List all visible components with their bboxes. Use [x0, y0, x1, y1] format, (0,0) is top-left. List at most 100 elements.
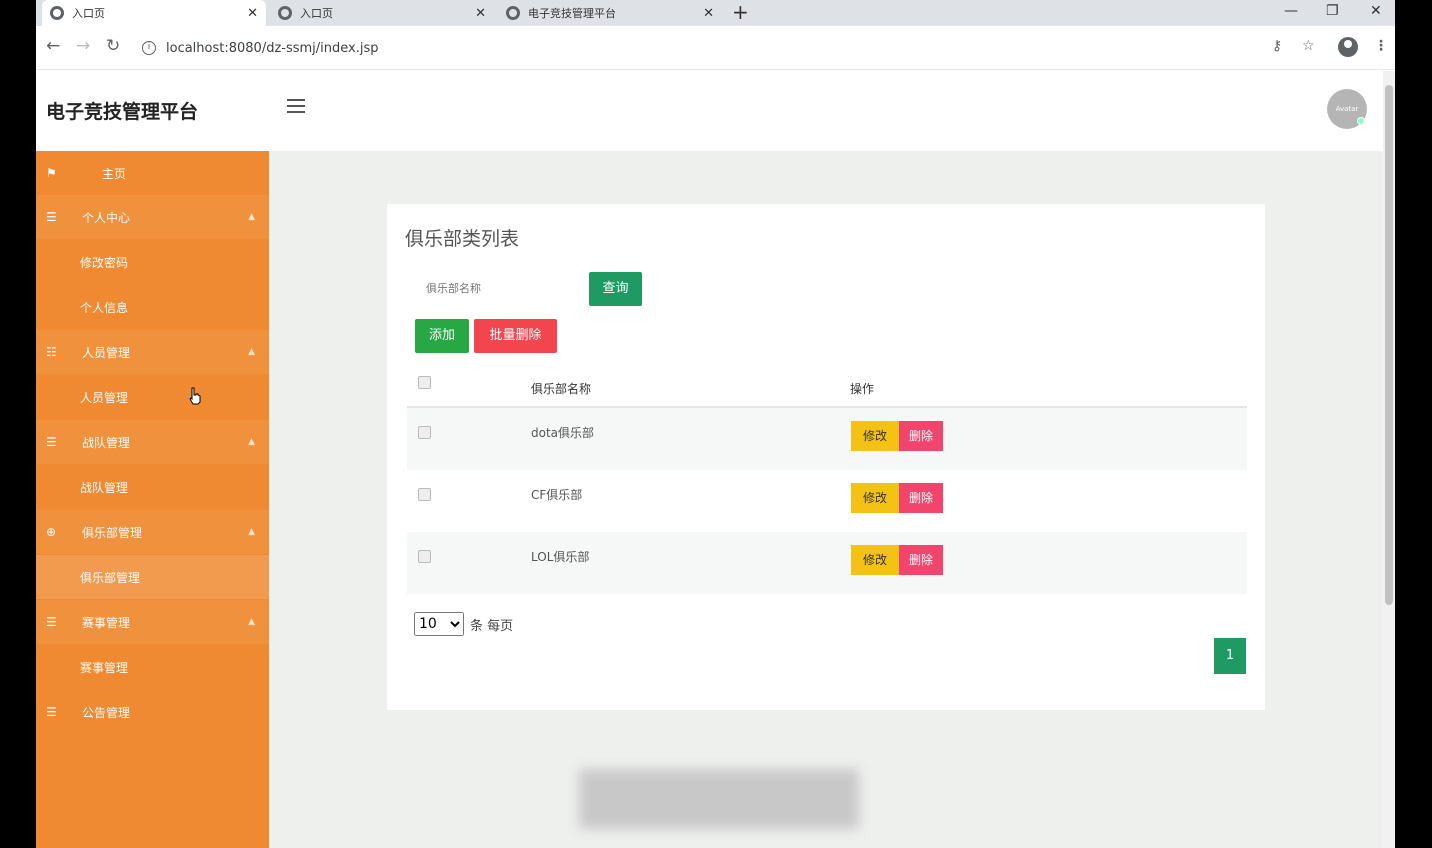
minimize-icon[interactable]: — [1284, 0, 1298, 26]
close-icon[interactable]: ✕ [247, 6, 258, 21]
reload-icon[interactable]: ↻ [106, 36, 120, 56]
new-tab-button[interactable]: + [732, 0, 749, 26]
sidebar-group-club[interactable]: ⊕ 俱乐部管理 ▲ [36, 510, 269, 554]
sidebar-group-match[interactable]: ☰ 赛事管理 ▲ [36, 600, 269, 644]
sidebar-item-label: 战队管理 [82, 435, 131, 450]
delete-button[interactable]: 删除 [899, 421, 943, 451]
delete-button[interactable]: 删除 [899, 545, 943, 575]
query-button[interactable]: 查询 [589, 272, 642, 306]
page-title: 俱乐部类列表 [405, 228, 520, 250]
back-icon[interactable]: ← [46, 36, 60, 56]
profile-icon[interactable] [1338, 37, 1358, 57]
row-checkbox[interactable] [418, 488, 431, 501]
sidebar-item-label: 俱乐部管理 [80, 570, 141, 585]
list-icon: ☰ [46, 435, 57, 449]
list-icon: ☰ [46, 210, 57, 224]
sidebar-item-match[interactable]: 赛事管理 [36, 645, 269, 689]
restore-icon[interactable]: ❐ [1326, 0, 1339, 26]
browser-window: 入口页 ✕ 入口页 ✕ 电子竞技管理平台 ✕ + — ❐ ✕ ← → ↻ i l… [36, 0, 1395, 848]
sidebar-item-label: 个人中心 [82, 210, 131, 225]
sidebar-group-staff[interactable]: ☷ 人员管理 ▲ [36, 330, 269, 374]
row-checkbox[interactable] [418, 550, 431, 563]
tab-3[interactable]: 电子竞技管理平台 ✕ [498, 0, 722, 26]
sidebar-item-staff[interactable]: 人员管理 [36, 375, 269, 419]
sidebar-item-label: 个人信息 [80, 300, 129, 315]
club-name: LOL俱乐部 [531, 550, 590, 564]
page-size-select[interactable]: 10 [414, 612, 464, 636]
sidebar-group-team[interactable]: ☰ 战队管理 ▲ [36, 420, 269, 464]
search-input[interactable] [414, 270, 582, 306]
sidebar-item-home[interactable]: ⚑ 主页 [36, 151, 269, 195]
menu-dots-icon[interactable]: ⋮ [1374, 38, 1388, 54]
sidebar-item-label: 战队管理 [80, 480, 129, 495]
close-icon[interactable]: ✕ [703, 6, 714, 21]
scrollbar-thumb[interactable] [1385, 85, 1393, 605]
table-row: dota俱乐部 修改 删除 [407, 408, 1247, 470]
flag-icon: ⚑ [46, 166, 57, 180]
sidebar-group-personal[interactable]: ☰ 个人中心 ▲ [36, 195, 269, 239]
sidebar-item-label: 赛事管理 [80, 660, 129, 675]
list-icon: ☰ [46, 705, 57, 719]
star-icon[interactable]: ☆ [1302, 38, 1315, 54]
edit-button[interactable]: 修改 [851, 545, 899, 575]
tab-label: 入口页 [72, 7, 105, 20]
chevron-icon: ▲ [248, 347, 255, 357]
browser-toolbar: ← → ↻ i localhost:8080/dz-ssmj/index.jsp… [36, 26, 1395, 70]
batch-delete-button[interactable]: 批量删除 [474, 319, 557, 353]
sidebar-item-change-password[interactable]: 修改密码 [36, 240, 269, 284]
sidebar-item-personal-info[interactable]: 个人信息 [36, 285, 269, 329]
address-bar[interactable]: i localhost:8080/dz-ssmj/index.jsp [142, 35, 1262, 61]
sidebar-item-team[interactable]: 战队管理 [36, 465, 269, 509]
sidebar-item-label: 修改密码 [80, 255, 129, 270]
info-icon[interactable]: i [142, 41, 156, 55]
globe-icon [50, 6, 64, 20]
row-actions: 修改 删除 [851, 421, 943, 451]
table-header: 俱乐部名称 操作 [407, 362, 1247, 408]
close-icon[interactable]: ✕ [475, 6, 486, 21]
edit-button[interactable]: 修改 [851, 483, 899, 513]
row-actions: 修改 删除 [851, 545, 943, 575]
url-text: localhost:8080/dz-ssmj/index.jsp [166, 40, 379, 56]
sidebar-item-label: 主页 [102, 166, 127, 181]
delete-button[interactable]: 删除 [899, 483, 943, 513]
club-name: CF俱乐部 [531, 488, 583, 502]
column-header-name: 俱乐部名称 [531, 382, 592, 396]
window-close-icon[interactable]: ✕ [1370, 0, 1382, 26]
table-row: CF俱乐部 修改 删除 [407, 470, 1247, 532]
chevron-icon: ▲ [248, 212, 255, 222]
tab-strip: 入口页 ✕ 入口页 ✕ 电子竞技管理平台 ✕ + — ❐ ✕ [36, 0, 1395, 26]
app-brand: 电子竞技管理平台 [46, 101, 199, 123]
add-button[interactable]: 添加 [415, 319, 469, 353]
forward-icon[interactable]: → [76, 36, 90, 56]
grid-icon: ☷ [46, 345, 57, 359]
sidebar-item-label: 公告管理 [82, 705, 131, 720]
sidebar-item-label: 赛事管理 [82, 615, 131, 630]
page-scrollbar[interactable] [1383, 71, 1395, 848]
hand-cursor-icon [189, 387, 201, 405]
blurred-overlay [579, 769, 859, 829]
edit-button[interactable]: 修改 [851, 421, 899, 451]
sidebar-item-label: 人员管理 [82, 345, 131, 360]
tab-1[interactable]: 入口页 ✕ [42, 0, 266, 26]
tab-2[interactable]: 入口页 ✕ [270, 0, 494, 26]
sidebar-item-club[interactable]: 俱乐部管理 [36, 555, 269, 599]
tab-label: 入口页 [300, 7, 333, 20]
row-actions: 修改 删除 [851, 483, 943, 513]
hamburger-menu-icon[interactable] [287, 99, 305, 117]
page-size-control: 10 条 每页 [414, 612, 513, 636]
sidebar-item-notice[interactable]: ☰ 公告管理 [36, 690, 269, 734]
globe-icon [278, 6, 292, 20]
tab-label: 电子竞技管理平台 [528, 7, 616, 20]
chevron-icon: ▲ [248, 617, 255, 627]
pagination-page-1[interactable]: 1 [1214, 638, 1246, 674]
avatar[interactable]: Avatar [1327, 89, 1367, 129]
app-header: 电子竞技管理平台 Avatar [36, 71, 1383, 151]
row-checkbox[interactable] [418, 426, 431, 439]
sidebar-item-label: 俱乐部管理 [82, 525, 143, 540]
screen: 入口页 ✕ 入口页 ✕ 电子竞技管理平台 ✕ + — ❐ ✕ ← → ↻ i l… [0, 0, 1432, 848]
club-name: dota俱乐部 [531, 426, 595, 440]
chevron-icon: ▲ [248, 437, 255, 447]
list-icon: ☰ [46, 615, 57, 629]
key-icon[interactable]: ⚷ [1272, 38, 1282, 54]
select-all-checkbox[interactable] [418, 376, 431, 389]
